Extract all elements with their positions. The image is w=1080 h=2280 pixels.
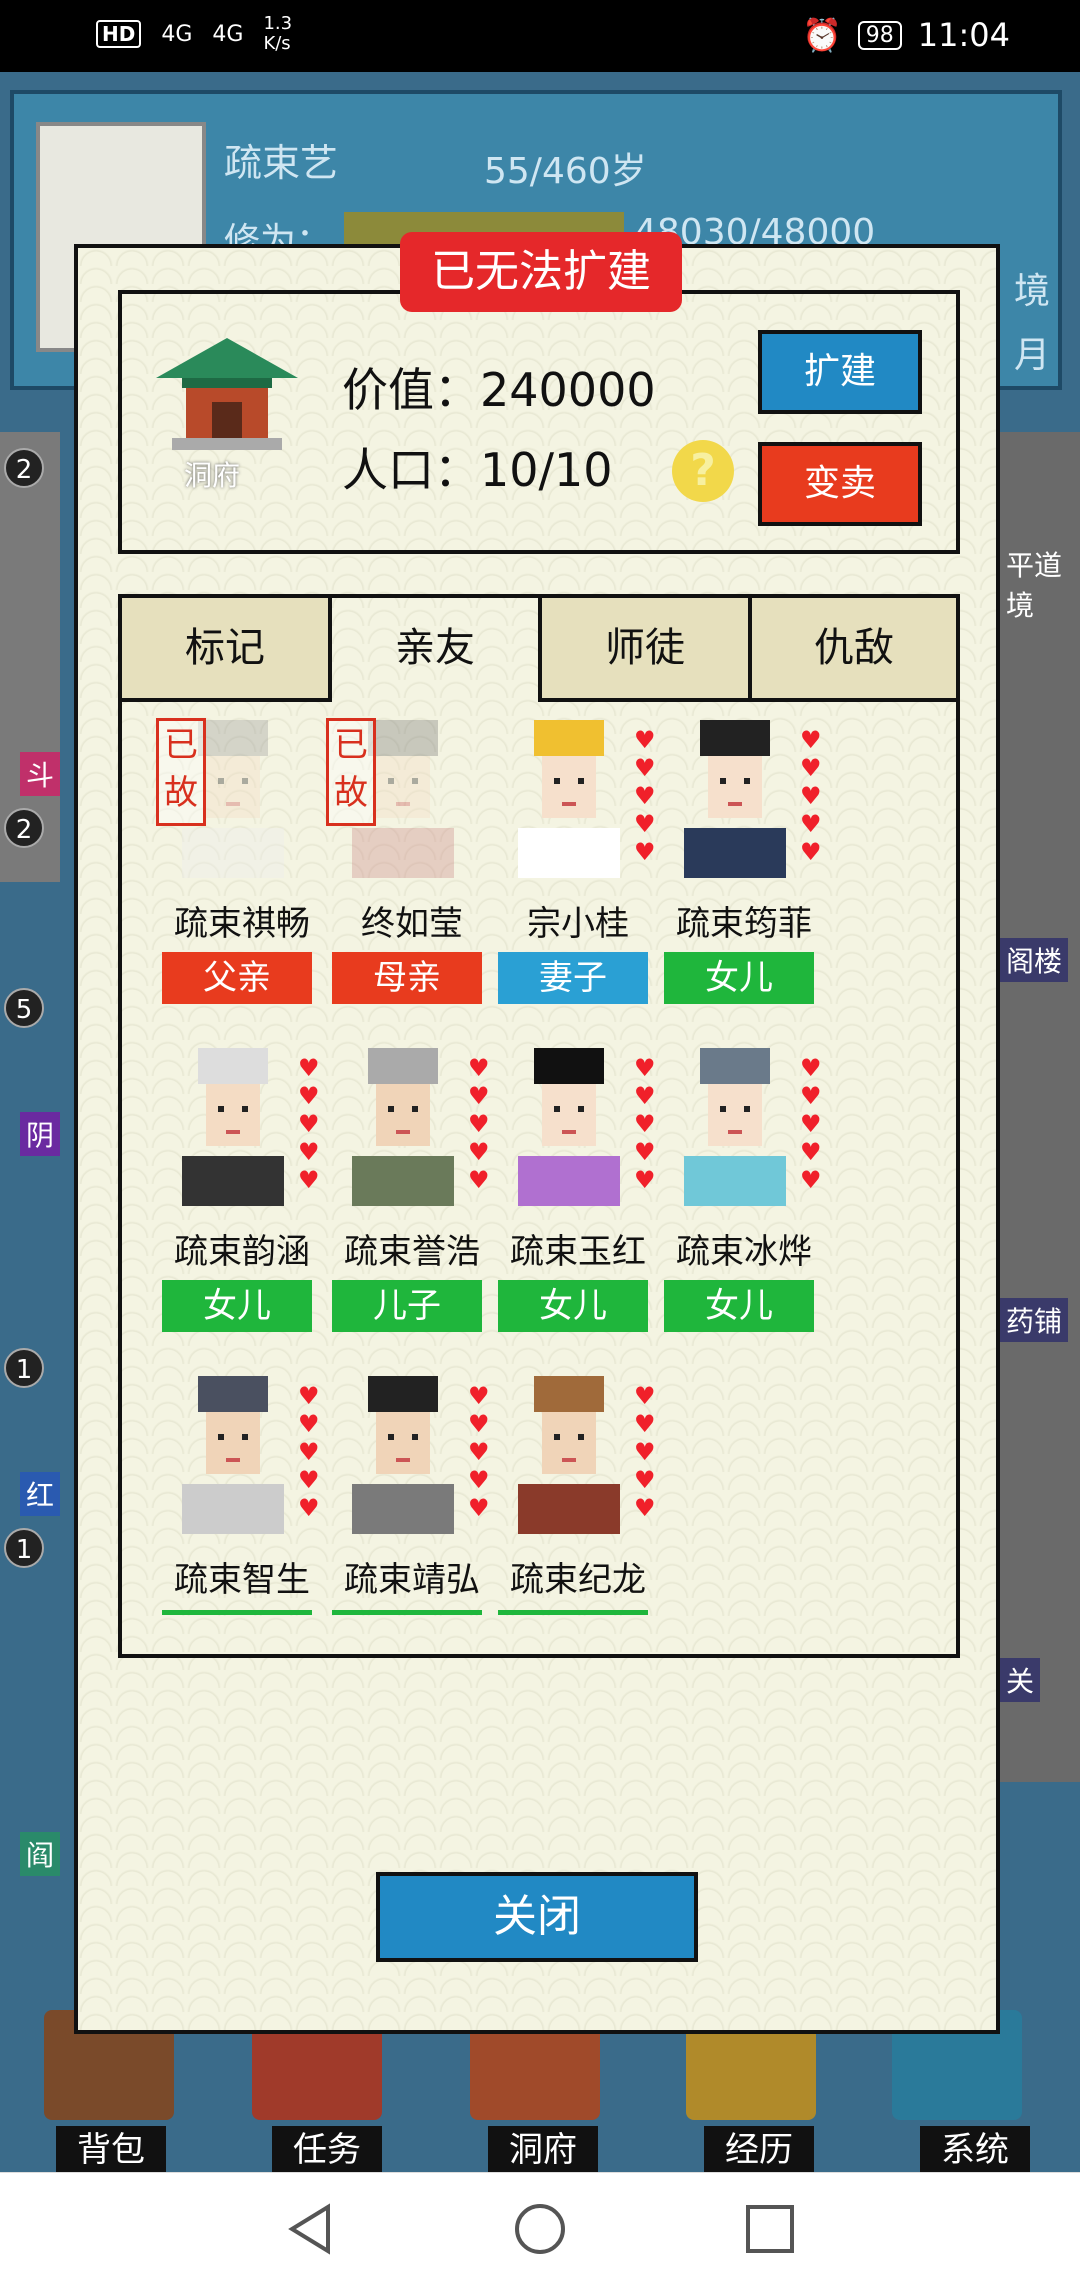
close-button[interactable]: 关闭	[376, 1872, 698, 1962]
relative-name: 疏束筠菲	[676, 904, 812, 944]
count-badge: 2	[4, 448, 44, 488]
character-age: 55/460岁	[484, 151, 647, 192]
nav-cave[interactable]: 洞府	[488, 2126, 598, 2174]
signal-icon: 4G	[161, 21, 193, 47]
dwelling-label: 洞府	[184, 459, 241, 492]
portrait-icon	[518, 1376, 620, 1534]
relative-card[interactable]: ♥ ♥ ♥ ♥ ♥ 疏束筠菲女儿	[644, 708, 844, 1008]
recents-icon[interactable]	[742, 2201, 798, 2257]
relations-panel: 标记 亲友 师徒 仇敌 已故疏束祺畅 父亲已故终如莹 母亲 ♥ ♥ ♥ ♥ ♥ 宗小桂 妻子 ♥ ♥ ♥…	[118, 594, 960, 1658]
portrait-icon	[352, 1376, 454, 1534]
side-label-right[interactable]: 阁楼	[1000, 938, 1069, 982]
tab-enemies[interactable]: 仇敌	[752, 598, 956, 702]
relation-badge: 女儿	[664, 952, 814, 1004]
relation-line	[162, 1610, 312, 1615]
population-amount: 10/10	[480, 443, 613, 497]
side-label-right[interactable]: 平道	[1000, 542, 1068, 586]
relative-name: 疏束冰烨	[676, 1232, 812, 1272]
nav-history[interactable]: 经历	[704, 2126, 814, 2174]
portrait-icon	[352, 1048, 454, 1206]
expand-button[interactable]: 扩建	[758, 330, 922, 414]
relation-badge: 母亲	[332, 952, 482, 1004]
portrait-icon	[518, 1048, 620, 1206]
realm-label: 境	[1014, 271, 1051, 312]
portrait-icon	[684, 720, 786, 878]
sell-button[interactable]: 变卖	[758, 442, 922, 526]
relation-badge: 父亲	[162, 952, 312, 1004]
side-label-right[interactable]: 境	[1000, 582, 1040, 626]
signal-icon: 4G	[212, 21, 244, 47]
affection-hearts-icon: ♥ ♥ ♥ ♥ ♥	[634, 1382, 656, 1522]
hd-icon: HD	[96, 20, 142, 48]
back-icon[interactable]	[282, 2201, 338, 2257]
tab-master-disciple[interactable]: 师徒	[542, 598, 752, 702]
portrait-icon	[518, 720, 620, 878]
clock: 11:04	[917, 16, 1010, 54]
portrait-icon	[684, 1048, 786, 1206]
dwelling-info-box: 洞府 价值：240000 人口：10/10 ? 扩建 变卖	[118, 290, 960, 554]
deceased-stamp: 已故	[326, 718, 376, 826]
character-name: 疏束艺	[224, 141, 339, 185]
side-label[interactable]: 红	[20, 1472, 61, 1516]
nav-backpack[interactable]: 背包	[56, 2126, 166, 2174]
side-label[interactable]: 斗	[20, 752, 61, 796]
relative-name: 疏束纪龙	[510, 1560, 646, 1600]
status-left: HD 4G 4G 1.3 K/s	[96, 14, 292, 54]
count-badge: 1	[4, 1528, 44, 1568]
relative-card[interactable]: ♥ ♥ ♥ ♥ ♥ 疏束纪龙	[478, 1364, 678, 1664]
side-label-right[interactable]: 药铺	[1000, 1298, 1069, 1342]
nav-system[interactable]: 系统	[920, 2126, 1030, 2174]
side-label[interactable]: 阎	[20, 1832, 61, 1876]
value-label: 价值：	[342, 363, 480, 417]
alarm-icon: ⏰	[801, 16, 842, 54]
portrait-icon	[182, 1376, 284, 1534]
relation-badge: 女儿	[664, 1280, 814, 1332]
status-bar: HD 4G 4G 1.3 K/s ⏰ 98 11:04	[0, 0, 1080, 72]
nav-quest[interactable]: 任务	[272, 2126, 382, 2174]
relation-badge: 儿子	[332, 1280, 482, 1332]
battery-icon: 98	[857, 20, 902, 50]
relation-line	[498, 1610, 648, 1615]
pavilion-icon	[156, 338, 298, 450]
month-label: 月	[1014, 335, 1051, 376]
count-badge: 5	[4, 988, 44, 1028]
affection-hearts-icon: ♥ ♥ ♥ ♥ ♥	[800, 726, 822, 866]
tab-marked[interactable]: 标记	[122, 598, 332, 702]
tab-relatives[interactable]: 亲友	[332, 598, 542, 702]
home-icon[interactable]	[512, 2201, 568, 2257]
relation-line	[332, 1610, 482, 1615]
count-badge: 2	[4, 808, 44, 848]
relations-tabs: 标记 亲友 师徒 仇敌	[122, 598, 956, 702]
portrait-icon	[182, 1048, 284, 1206]
speed-value: 1.3	[263, 13, 293, 34]
cave-dwelling-dialog: 洞府 价值：240000 人口：10/10 ? 扩建 变卖 标记 亲友 师徒 仇…	[74, 244, 1000, 2034]
help-icon[interactable]: ?	[672, 440, 734, 502]
value-amount: 240000	[480, 363, 656, 417]
value-line: 价值：240000	[342, 354, 656, 420]
speed-unit: K/s	[263, 33, 291, 54]
cannot-expand-banner: 已无法扩建	[400, 232, 682, 312]
side-tile-right	[1000, 432, 1080, 1782]
population-line: 人口：10/10	[342, 434, 613, 500]
relation-badge: 女儿	[498, 1280, 648, 1332]
population-label: 人口：	[342, 443, 480, 497]
deceased-stamp: 已故	[156, 718, 206, 826]
affection-hearts-icon: ♥ ♥ ♥ ♥ ♥	[800, 1054, 822, 1194]
side-label[interactable]: 阴	[20, 1112, 61, 1156]
side-label-right[interactable]: 关	[1000, 1658, 1041, 1702]
network-speed: 1.3 K/s	[263, 14, 292, 54]
status-right: ⏰ 98 11:04	[802, 16, 1010, 54]
system-nav-bar	[0, 2172, 1080, 2280]
relation-badge: 妻子	[498, 952, 648, 1004]
relative-card[interactable]: ♥ ♥ ♥ ♥ ♥ 疏束冰烨女儿	[644, 1036, 844, 1336]
count-badge: 1	[4, 1348, 44, 1388]
relation-badge: 女儿	[162, 1280, 312, 1332]
